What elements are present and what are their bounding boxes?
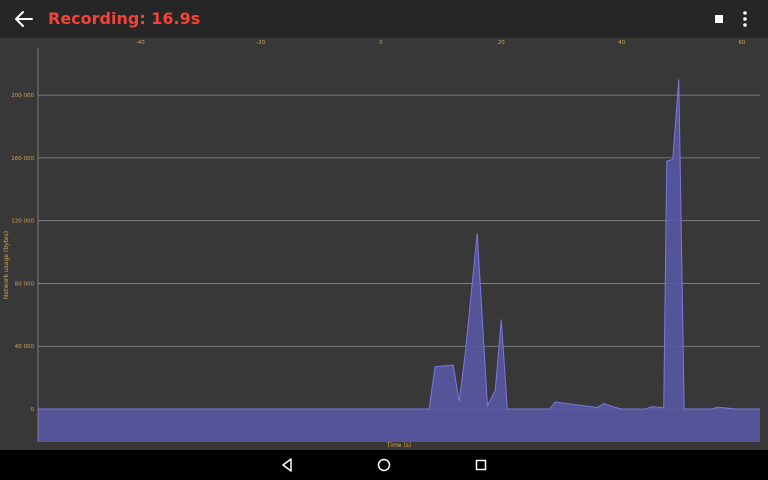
arrow-left-icon[interactable] <box>12 9 34 29</box>
x-tick-label: -40 <box>136 40 145 46</box>
y-axis-ticks: 0 40 000 80 000 120 000 160 000 200 000 <box>11 93 34 413</box>
chart-grid <box>38 94 760 410</box>
more-vertical-icon[interactable] <box>738 10 752 28</box>
recording-title: Recording: 16.9s <box>48 9 201 28</box>
y-tick-label: 160 000 <box>11 156 34 162</box>
y-tick-label: 80 000 <box>15 281 35 287</box>
x-tick-label: 0 <box>379 40 383 46</box>
circle-home-icon[interactable] <box>376 457 392 473</box>
y-tick-label: 40 000 <box>15 344 35 350</box>
network-usage-chart[interactable]: -40 -20 0 20 40 60 0 40 000 80 000 120 000 160 00… <box>0 38 768 450</box>
stop-icon[interactable] <box>711 11 727 27</box>
y-axis-label: Network usage (bytes) <box>3 231 10 299</box>
triangle-back-icon[interactable] <box>279 457 295 473</box>
x-axis-label: Time (s) <box>386 442 411 449</box>
network-usage-area <box>38 79 760 443</box>
x-tick-label: 60 <box>738 40 745 46</box>
app-bar: Recording: 16.9s <box>0 0 768 38</box>
x-tick-label: -20 <box>256 40 265 46</box>
network-usage-line <box>38 79 760 410</box>
y-tick-label: 120 000 <box>11 219 34 225</box>
x-axis-ticks: -40 -20 0 20 40 60 <box>136 40 746 46</box>
square-recents-icon[interactable] <box>473 457 489 473</box>
system-nav-bar <box>0 450 768 480</box>
y-tick-label: 200 000 <box>11 93 34 99</box>
x-tick-label: 40 <box>618 40 625 46</box>
y-tick-label: 0 <box>31 407 35 413</box>
x-tick-label: 20 <box>498 40 505 46</box>
